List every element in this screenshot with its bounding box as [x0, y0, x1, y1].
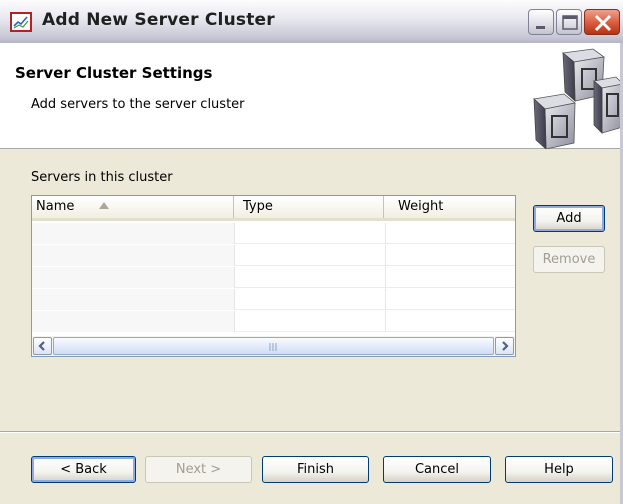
title-bar[interactable]: Add New Server Cluster — [0, 0, 623, 43]
help-button[interactable]: Help — [505, 456, 613, 483]
finish-button[interactable]: Finish — [262, 456, 369, 483]
maximize-icon — [562, 15, 578, 30]
table-row — [32, 223, 515, 244]
servers-list[interactable]: Name Type Weight — [31, 195, 516, 357]
page-title: Server Cluster Settings — [15, 64, 213, 82]
table-cell — [235, 267, 386, 288]
scroll-left-button[interactable] — [33, 337, 52, 355]
arrow-left-icon — [38, 341, 45, 351]
table-cell — [32, 267, 235, 288]
maximize-button[interactable] — [556, 9, 582, 35]
table-row — [32, 289, 515, 310]
table-row — [32, 245, 515, 266]
close-icon — [594, 14, 612, 32]
table-cell — [32, 289, 235, 310]
sort-ascending-icon — [99, 202, 109, 209]
remove-server-button[interactable]: Remove — [533, 246, 605, 273]
add-server-cluster-dialog: Add New Server Cluster Server Cluster Se… — [0, 0, 623, 504]
minimize-icon — [536, 26, 545, 29]
list-header: Name Type Weight — [32, 196, 515, 221]
back-button[interactable]: < Back — [31, 456, 136, 483]
page-subtitle: Add servers to the server cluster — [31, 97, 245, 112]
table-cell — [235, 289, 386, 310]
column-header-name[interactable]: Name — [32, 196, 233, 218]
table-cell — [386, 223, 515, 244]
table-cell — [235, 245, 386, 266]
table-cell — [386, 311, 515, 332]
table-cell — [32, 311, 235, 332]
window-title: Add New Server Cluster — [42, 10, 275, 30]
column-header-label: Weight — [398, 199, 444, 214]
column-header-label: Type — [243, 199, 273, 214]
next-button[interactable]: Next > — [145, 456, 252, 483]
minimize-button[interactable] — [528, 9, 554, 35]
column-header-weight[interactable]: Weight — [383, 196, 515, 218]
add-server-button[interactable]: Add — [533, 205, 605, 232]
app-chart-icon — [10, 12, 32, 32]
close-button[interactable] — [584, 9, 620, 35]
servers-group-label: Servers in this cluster — [31, 170, 173, 185]
column-header-label: Name — [36, 199, 75, 214]
arrow-right-icon — [502, 341, 509, 351]
grip-icon — [269, 343, 277, 351]
footer-divider — [0, 431, 623, 433]
table-cell — [32, 223, 235, 244]
cancel-button[interactable]: Cancel — [383, 456, 491, 483]
table-cell — [386, 289, 515, 310]
table-cell — [386, 267, 515, 288]
scrollbar-thumb[interactable] — [53, 337, 494, 355]
horizontal-scrollbar[interactable] — [32, 336, 515, 356]
servers-cluster-icon — [533, 48, 623, 149]
column-header-type[interactable]: Type — [233, 196, 383, 218]
wizard-header: Server Cluster Settings Add servers to t… — [0, 43, 623, 149]
table-row — [32, 311, 515, 332]
table-cell — [386, 245, 515, 266]
table-cell — [32, 245, 235, 266]
scroll-right-button[interactable] — [495, 337, 514, 355]
table-row — [32, 267, 515, 288]
list-rows — [32, 223, 515, 335]
table-cell — [235, 311, 386, 332]
table-cell — [235, 223, 386, 244]
